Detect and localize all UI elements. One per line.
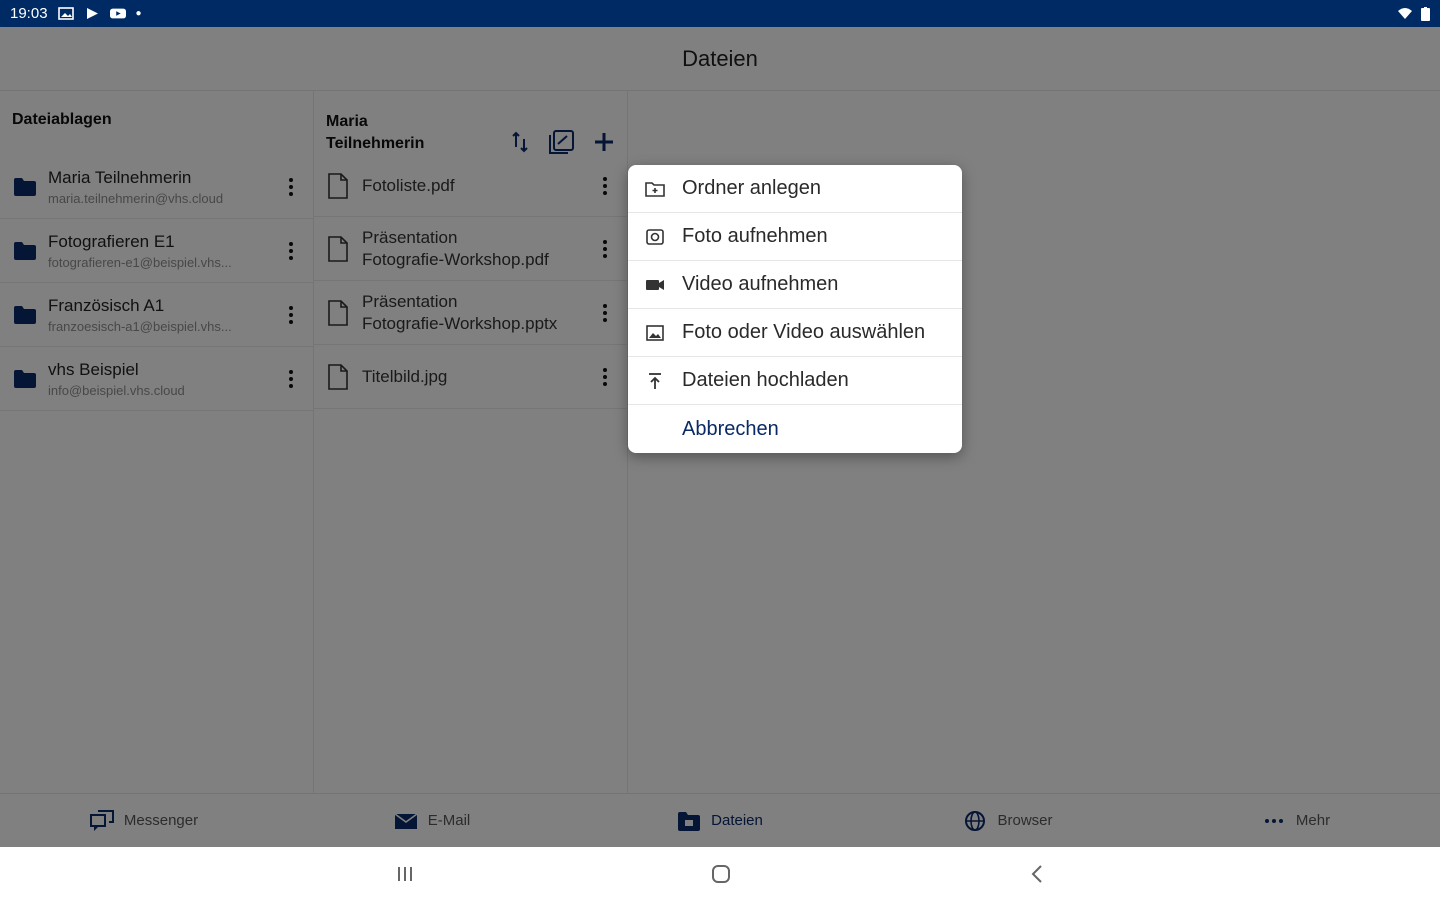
status-bar: 19:03 ●	[0, 0, 1440, 27]
home-button[interactable]	[706, 859, 736, 889]
gallery-notification-icon	[57, 7, 74, 20]
menu-label: Foto oder Video auswählen	[682, 321, 926, 343]
wifi-icon	[1398, 8, 1412, 19]
menu-label: Abbrechen	[682, 417, 779, 440]
add-menu: Ordner anlegen Foto aufnehmen Video aufn…	[628, 165, 962, 453]
menu-upload-files[interactable]: Dateien hochladen	[628, 357, 962, 405]
menu-label: Foto aufnehmen	[682, 225, 828, 247]
menu-create-folder[interactable]: Ordner anlegen	[628, 165, 962, 213]
menu-take-photo[interactable]: Foto aufnehmen	[628, 213, 962, 261]
back-icon	[1031, 865, 1042, 883]
video-camera-icon	[646, 279, 664, 290]
folder-add-icon	[645, 181, 665, 197]
status-time: 19:03	[10, 5, 48, 22]
dot-notification-icon: ●	[135, 8, 142, 19]
recent-apps-button[interactable]	[390, 859, 420, 889]
menu-cancel-button[interactable]: Abbrechen	[628, 405, 962, 453]
menu-label: Ordner anlegen	[682, 177, 821, 199]
play-notification-icon	[86, 8, 98, 19]
menu-record-video[interactable]: Video aufnehmen	[628, 261, 962, 309]
upload-icon	[649, 372, 661, 389]
menu-choose-media[interactable]: Foto oder Video auswählen	[628, 309, 962, 357]
recent-apps-icon	[398, 867, 412, 881]
battery-icon	[1421, 6, 1430, 21]
image-icon	[646, 324, 664, 341]
back-button[interactable]	[1022, 859, 1052, 889]
menu-label: Dateien hochladen	[682, 369, 849, 391]
youtube-notification-icon	[109, 8, 126, 19]
camera-icon	[646, 228, 664, 245]
system-nav-bar	[0, 847, 1440, 900]
menu-label: Video aufnehmen	[682, 273, 839, 295]
home-icon	[712, 865, 730, 883]
